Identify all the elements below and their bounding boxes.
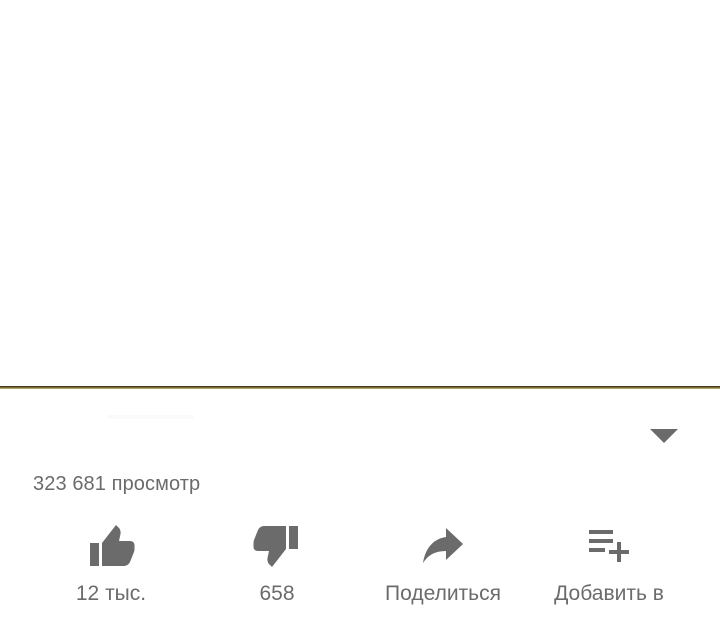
playlist-add-icon: [585, 524, 633, 568]
share-arrow-icon: [419, 524, 467, 568]
share-label: Поделиться: [385, 582, 501, 605]
view-count: 323 681 просмотр: [33, 473, 201, 495]
thumb-up-icon: [87, 524, 135, 568]
like-count: 12 тыс.: [75, 582, 147, 605]
chevron-down-icon: [650, 429, 678, 443]
like-button[interactable]: 12 тыс.: [26, 516, 196, 616]
title-placeholder: [108, 415, 194, 419]
action-bar: 12 тыс. 658 Поделиться Добавить в: [0, 516, 720, 622]
expand-description-button[interactable]: [640, 421, 688, 451]
video-title-row[interactable]: [0, 389, 720, 459]
thumb-down-icon: [253, 524, 301, 568]
share-button[interactable]: Поделиться: [358, 516, 528, 616]
add-to-playlist-button[interactable]: Добавить в: [524, 516, 694, 616]
dislike-count: 658: [259, 582, 295, 605]
save-label: Добавить в: [554, 582, 664, 605]
dislike-button[interactable]: 658: [192, 516, 362, 616]
video-player[interactable]: [0, 0, 720, 386]
